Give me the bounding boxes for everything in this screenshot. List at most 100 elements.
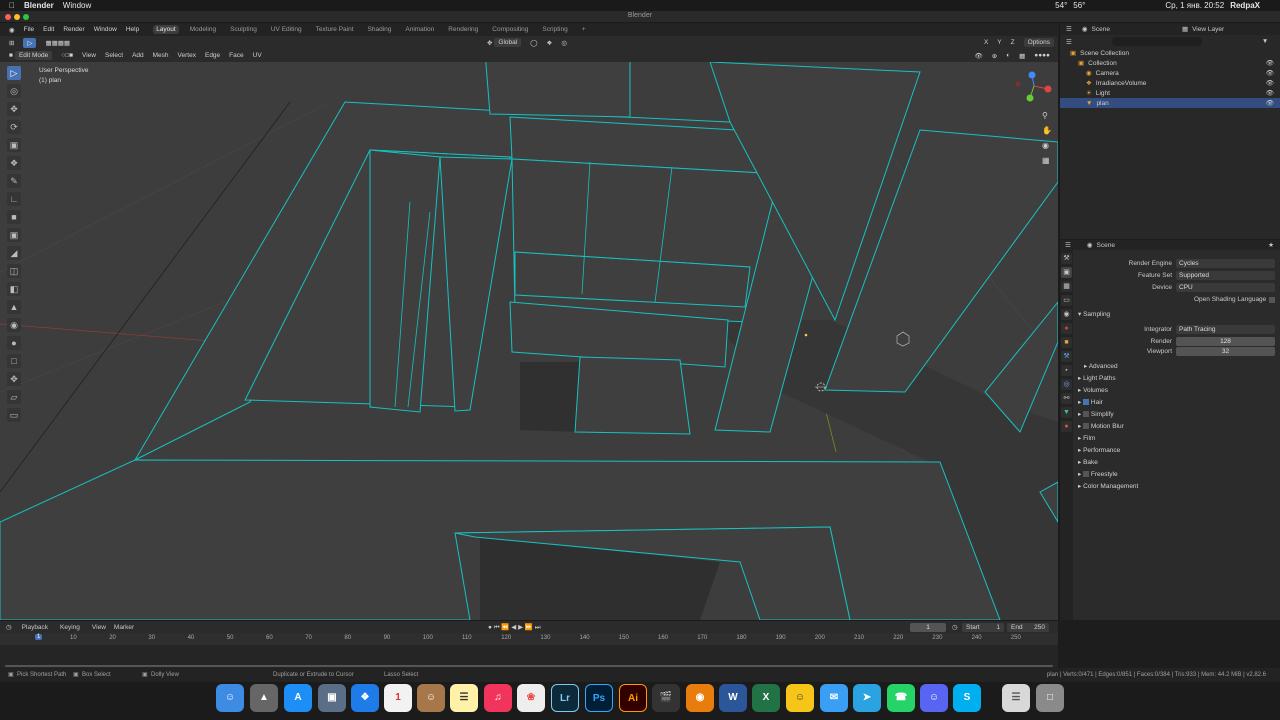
simplify-checkbox[interactable] [1083, 411, 1090, 418]
hair-section[interactable]: ▸ Hair [1078, 398, 1103, 406]
properties-editor-icon[interactable]: ☰ [1065, 241, 1071, 249]
render-samples-field[interactable]: 128 [1176, 337, 1275, 346]
simplify-section[interactable]: ▸ Simplify [1078, 410, 1114, 418]
downloads-stack-icon[interactable]: ☰ [1002, 684, 1030, 712]
object-tab-icon[interactable]: ■ [1061, 337, 1072, 348]
playback-controls-icon[interactable]: ● ⏮ ⏪ ◀ ▶ ⏩ ⏭ [488, 623, 541, 632]
timeline-view-menu[interactable]: View [92, 624, 106, 631]
marker-menu[interactable]: Marker [114, 624, 134, 631]
editor-type-icon[interactable]: ⊞ [9, 39, 14, 47]
keying-menu[interactable]: Keying [60, 624, 80, 631]
light-paths-section[interactable]: ▸ Light Paths [1078, 374, 1116, 382]
timeline-scrollbar[interactable] [5, 665, 1053, 667]
output-tab-icon[interactable]: ▦ [1061, 281, 1072, 292]
cyberduck-icon[interactable]: ☺ [786, 684, 814, 712]
bevel-tool-icon[interactable]: ◢ [7, 246, 21, 260]
inset-tool-icon[interactable]: ▣ [7, 228, 21, 242]
telegram-icon[interactable]: ➤ [853, 684, 881, 712]
outliner-item[interactable]: ▣ Scene Collection [1060, 48, 1280, 58]
rip-tool-icon[interactable]: ▭ [7, 408, 21, 422]
3d-viewport[interactable]: ⚲ ✋ ◉ ▦ [0, 62, 1058, 620]
filter-icon[interactable]: ▼ [1262, 38, 1268, 45]
playback-menu[interactable]: Playback [22, 624, 48, 631]
tab-sculpting[interactable]: Sculpting [227, 25, 260, 34]
overlay-icon[interactable]: ◐ [1006, 52, 1010, 59]
advanced-section[interactable]: ▸ Advanced [1084, 362, 1118, 370]
clock[interactable]: Ср, 1 янв. 20:52 [1165, 1, 1224, 10]
apple-icon[interactable]:  [9, 1, 15, 10]
add-workspace-icon[interactable]: + [579, 25, 589, 34]
loop-cut-tool-icon[interactable]: ◫ [7, 264, 21, 278]
playhead[interactable]: 1 [35, 634, 43, 640]
snap-icon[interactable]: ❖ [547, 39, 553, 47]
pin-icon[interactable]: ★ [1268, 241, 1274, 249]
visibility-eye-icon[interactable]: 👁 [1266, 79, 1274, 87]
tab-modeling[interactable]: Modeling [187, 25, 219, 34]
display-mode-icon[interactable]: ☰ [1066, 38, 1072, 46]
menu-mesh[interactable]: Mesh [153, 52, 169, 59]
visibility-eye-icon[interactable]: 👁 [1266, 59, 1274, 67]
menu-window[interactable]: Window [94, 26, 117, 33]
ortho-toggle-icon[interactable]: ▦ [1042, 156, 1050, 165]
timeline-editor-icon[interactable]: ◷ [6, 623, 12, 631]
shear-tool-icon[interactable]: ▱ [7, 390, 21, 404]
view-layer-tab-icon[interactable]: ▭ [1061, 295, 1072, 306]
pivot-icon[interactable]: ◯ [530, 39, 537, 47]
tool-tab-icon[interactable]: ⚒ [1061, 253, 1072, 264]
osl-checkbox[interactable] [1269, 296, 1275, 303]
word-icon[interactable]: W [719, 684, 747, 712]
scene-selector[interactable]: Scene [1092, 26, 1110, 33]
menu-view[interactable]: View [82, 52, 96, 59]
visibility-eye-icon[interactable]: 👁 [1266, 99, 1274, 107]
mode-dropdown[interactable]: Edit Mode [14, 51, 53, 60]
camera-view-icon[interactable]: ◉ [1042, 141, 1049, 150]
modifier-tab-icon[interactable]: ⚒ [1061, 351, 1072, 362]
select-tool-icon[interactable]: ▷ [23, 37, 37, 48]
extrude-tool-icon[interactable]: ■ [7, 210, 21, 224]
render-engine-dropdown[interactable]: Cycles [1176, 259, 1275, 268]
outliner-item[interactable]: ▼ plan 👁 [1060, 98, 1280, 108]
mac-window-menu[interactable]: Window [63, 1, 91, 10]
knife-tool-icon[interactable]: ◧ [7, 282, 21, 296]
music-icon[interactable]: ♫ [484, 684, 512, 712]
poly-build-tool-icon[interactable]: ▲ [7, 300, 21, 314]
particles-tab-icon[interactable]: ⋆ [1061, 365, 1072, 376]
tab-layout[interactable]: Layout [153, 25, 179, 34]
constraints-tab-icon[interactable]: ⚯ [1061, 393, 1072, 404]
menu-edge[interactable]: Edge [205, 52, 220, 59]
sampling-section[interactable]: ▾ Sampling [1078, 310, 1110, 318]
photoshop-icon[interactable]: Ps [585, 684, 613, 712]
data-tab-icon[interactable]: ▼ [1061, 407, 1072, 418]
cursor-tool-icon[interactable]: ◎ [7, 84, 21, 98]
blender-logo-icon[interactable]: ◉ [9, 26, 15, 34]
notes-icon[interactable]: ☰ [450, 684, 478, 712]
scene-tab-icon[interactable]: ◉ [1061, 309, 1072, 320]
scale-tool-icon[interactable]: ▣ [7, 138, 21, 152]
visibility-eye-icon[interactable]: 👁 [1266, 89, 1274, 97]
tab-compositing[interactable]: Compositing [489, 25, 531, 34]
finder-icon[interactable]: ☺ [216, 684, 244, 712]
calendar-icon[interactable]: 1 [384, 684, 412, 712]
transform-orientation-icon[interactable]: ✥ [487, 39, 492, 47]
preview-icon[interactable]: ▣ [318, 684, 346, 712]
material-tab-icon[interactable]: ● [1061, 421, 1072, 432]
menu-help[interactable]: Help [126, 26, 139, 33]
trash-icon[interactable]: □ [1036, 684, 1064, 712]
menu-uv[interactable]: UV [253, 52, 262, 59]
spin-tool-icon[interactable]: ◉ [7, 318, 21, 332]
tab-texture-paint[interactable]: Texture Paint [313, 25, 357, 34]
start-frame-field[interactable]: Start 1 [962, 622, 1004, 632]
blender-icon[interactable]: ◉ [686, 684, 714, 712]
menu-render[interactable]: Render [63, 26, 84, 33]
tab-scripting[interactable]: Scripting [539, 25, 570, 34]
photos-icon[interactable]: ❀ [517, 684, 545, 712]
proportional-edit-icon[interactable]: ◎ [561, 39, 567, 47]
skype-icon[interactable]: S [953, 684, 981, 712]
hair-checkbox[interactable] [1083, 399, 1090, 406]
smooth-tool-icon[interactable]: ● [7, 336, 21, 350]
menu-file[interactable]: File [24, 26, 34, 33]
outliner-item[interactable]: ☀ Light 👁 [1060, 88, 1280, 98]
app-store-icon[interactable]: A [284, 684, 312, 712]
move-tool-icon[interactable]: ✥ [7, 102, 21, 116]
current-frame-field[interactable]: 1 [910, 622, 946, 632]
